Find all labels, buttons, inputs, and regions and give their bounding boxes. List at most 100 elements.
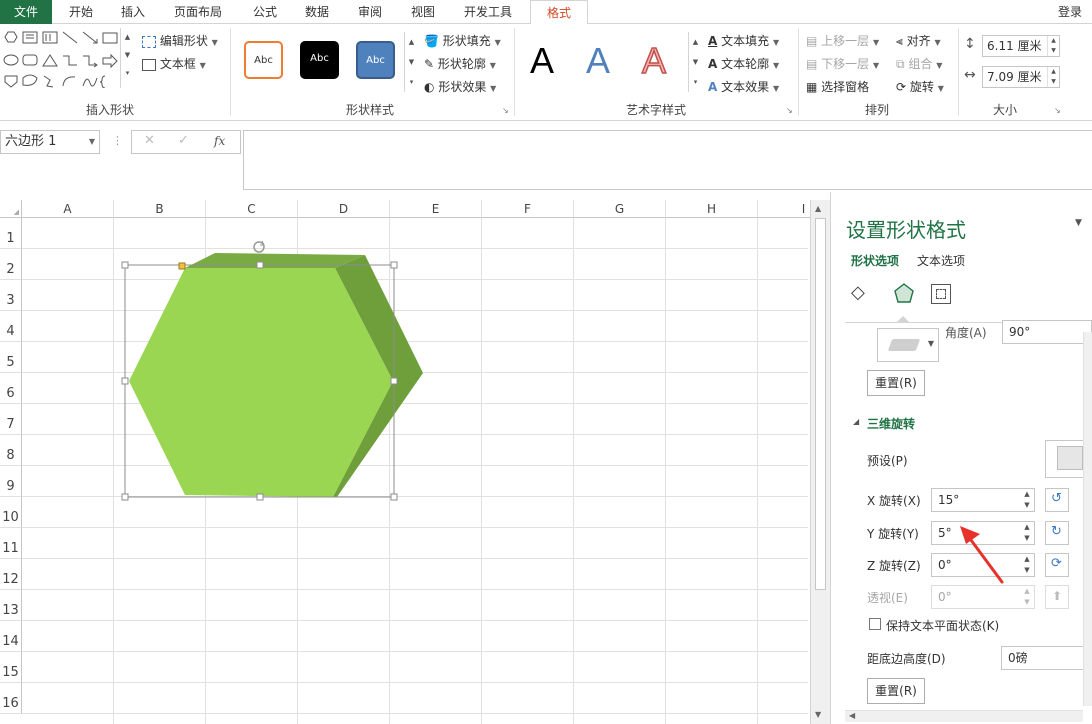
reset-button-top[interactable]: 重置(R) xyxy=(867,370,925,396)
shape-height-input[interactable]: 6.11 厘米 ▲ ▼ xyxy=(982,35,1060,57)
angle-input[interactable]: 90° xyxy=(1002,320,1092,344)
name-box-dropdown-icon[interactable]: ▼ xyxy=(89,131,95,153)
effects-pentagon-icon[interactable] xyxy=(893,282,915,304)
tab-shape-options[interactable]: 形状选项 xyxy=(851,252,899,269)
bring-forward-icon: ▤ xyxy=(806,34,818,48)
edit-shape-button[interactable]: 编辑形状 ▼ xyxy=(142,32,218,49)
enter-icon[interactable]: ✓ xyxy=(178,133,189,148)
format-shape-pane: 设置形状格式 ▼ 形状选项 文本选项 ◇ ▼ 角度(A) 90° 重置(R) ◢… xyxy=(830,192,1092,724)
tab-format[interactable]: 格式 xyxy=(530,0,588,25)
pane-horizontal-scrollbar[interactable]: ◀ xyxy=(845,710,1083,722)
text-outline-icon: A xyxy=(708,57,718,71)
y-rotation-spinner[interactable]: ▲ ▼ xyxy=(1020,522,1034,544)
align-button[interactable]: ⫷ 对齐 ▼ xyxy=(896,32,941,49)
insert-function-icon[interactable]: fx xyxy=(214,134,225,148)
wordart-red-outline[interactable]: A xyxy=(641,39,667,82)
fill-line-icon[interactable]: ◇ xyxy=(851,282,865,303)
group-button[interactable]: ⧉ 组合 ▼ xyxy=(896,55,942,72)
shape-outline-button[interactable]: ✎ 形状轮廓 ▼ xyxy=(424,55,496,72)
shape-gallery-icons[interactable] xyxy=(2,30,120,88)
reset-button-bottom[interactable]: 重置(R) xyxy=(867,678,925,704)
text-outline-button[interactable]: A 文本轮廓 ▼ xyxy=(708,55,779,72)
login-link[interactable]: 登录 xyxy=(1050,0,1090,24)
formula-input[interactable] xyxy=(243,130,1092,190)
wordart-blue[interactable]: A xyxy=(586,40,610,82)
wordart-black[interactable]: A xyxy=(530,40,554,82)
x-rotation-spinner[interactable]: ▲ ▼ xyxy=(1020,489,1034,511)
formula-bar-grip-icon: ⋮ xyxy=(112,134,123,147)
scroll-up-icon[interactable]: ▲ xyxy=(815,204,821,213)
text-fill-icon: A xyxy=(708,34,718,48)
text-fill-button[interactable]: A 文本填充 ▼ xyxy=(708,32,779,49)
size-launcher-icon[interactable]: ↘ xyxy=(1054,106,1061,115)
rotation-preset-button[interactable] xyxy=(1045,440,1085,478)
rotation-handle-icon[interactable] xyxy=(253,240,265,253)
rotate-icon: ⟳ xyxy=(896,80,907,94)
shape-width-input[interactable]: 7.09 厘米 ▲ ▼ xyxy=(982,66,1060,88)
section-collapse-icon[interactable]: ◢ xyxy=(853,417,859,426)
height-spinner[interactable]: ▲ ▼ xyxy=(1047,36,1059,56)
send-backward-button[interactable]: ▤ 下移一层 ▼ xyxy=(806,55,879,72)
y-rotation-label: Y 旋转(Y) xyxy=(867,527,919,541)
shape-style-black-fill[interactable]: Abc xyxy=(300,41,339,79)
shape-style-blue-fill[interactable]: Abc xyxy=(356,41,395,79)
hexagon-top-face[interactable] xyxy=(185,253,365,268)
y-rotate-up-button[interactable]: ↻ xyxy=(1045,521,1069,545)
bevel-preset-button[interactable]: ▼ xyxy=(877,328,939,362)
wordart-launcher-icon[interactable]: ↘ xyxy=(786,106,793,115)
tab-home[interactable]: 开始 xyxy=(56,0,106,24)
x-rotate-left-button[interactable]: ↺ xyxy=(1045,488,1069,512)
hexagon-shape-canvas xyxy=(121,240,423,501)
shape-styles-launcher-icon[interactable]: ↘ xyxy=(502,106,509,115)
shape-gallery-scroll[interactable]: ▲ ▼ ▾ xyxy=(120,28,134,88)
shape-styles-scroll[interactable]: ▲ ▼ ▾ xyxy=(404,32,418,92)
selection-pane-button[interactable]: ▦ 选择窗格 xyxy=(806,78,869,95)
width-spinner[interactable]: ▲ ▼ xyxy=(1047,67,1059,87)
tab-review[interactable]: 审阅 xyxy=(345,0,395,24)
shape-fill-button[interactable]: 🪣 形状填充 ▼ xyxy=(424,32,501,49)
tab-file[interactable]: 文件 xyxy=(0,0,52,24)
shape-style-orange-outline[interactable]: Abc xyxy=(244,41,283,79)
perspective-up-button[interactable]: ⬆ xyxy=(1045,585,1069,609)
keep-text-flat-checkbox[interactable] xyxy=(869,618,881,630)
tab-text-options[interactable]: 文本选项 xyxy=(917,252,965,269)
size-properties-icon[interactable] xyxy=(931,284,951,304)
x-rotation-input[interactable]: 15° ▲ ▼ xyxy=(931,488,1035,512)
align-icon: ⫷ xyxy=(896,34,903,48)
scroll-left-icon[interactable]: ◀ xyxy=(849,711,855,720)
tab-insert[interactable]: 插入 xyxy=(108,0,158,24)
cancel-icon[interactable]: ✕ xyxy=(144,133,155,148)
scroll-down-icon[interactable]: ▼ xyxy=(815,710,821,719)
tab-view[interactable]: 视图 xyxy=(398,0,448,24)
text-box-button[interactable]: 文本框 ▼ xyxy=(142,55,206,72)
adjust-handle[interactable] xyxy=(178,262,186,270)
bring-forward-button[interactable]: ▤ 上移一层 ▼ xyxy=(806,32,879,49)
tab-page-layout[interactable]: 页面布局 xyxy=(162,0,234,24)
ribbon: ▲ ▼ ▾ 编辑形状 ▼ 文本框 ▼ 插入形状 Abc Abc Abc ▲ ▼ ▾ 🪣 … xyxy=(0,24,1092,121)
tab-developer[interactable]: 开发工具 xyxy=(452,0,524,24)
name-box[interactable]: 六边形 1 ▼ xyxy=(0,130,100,154)
tab-formulas[interactable]: 公式 xyxy=(240,0,290,24)
text-effects-button[interactable]: A 文本效果 ▼ xyxy=(708,78,779,95)
vertical-scrollbar[interactable]: ▲ ▼ xyxy=(810,200,830,724)
wordart-gallery-scroll[interactable]: ▲ ▼ ▾ xyxy=(688,32,702,92)
rotate-button[interactable]: ⟳ 旋转 ▼ xyxy=(896,78,944,95)
formula-actions: ✕ ✓ fx xyxy=(131,130,241,154)
z-rotation-spinner[interactable]: ▲ ▼ xyxy=(1020,554,1034,576)
section-3d-rotation[interactable]: 三维旋转 xyxy=(867,415,915,432)
text-box-icon xyxy=(142,58,156,71)
group-label-arrange: 排列 xyxy=(864,103,889,117)
z-rotate-button[interactable]: ⟳ xyxy=(1045,553,1069,577)
pane-scrollbar[interactable] xyxy=(1083,332,1092,706)
bevel-dropdown-icon[interactable]: ▼ xyxy=(928,339,934,348)
pane-options-dropdown-icon[interactable]: ▼ xyxy=(1075,218,1082,228)
perspective-input[interactable]: 0° ▲ ▼ xyxy=(931,585,1035,609)
perspective-spinner[interactable]: ▲ ▼ xyxy=(1020,586,1034,608)
worksheet[interactable]: ◢ ABCDEFGHI 1 2 3 4 5 6 7 8 9 10 11 12 13 14 15 16 ▲ ▼ xyxy=(0,200,830,724)
shape-height-icon: ↕ xyxy=(964,36,976,52)
shape-effects-icon: ◐ xyxy=(424,80,435,94)
tab-data[interactable]: 数据 xyxy=(292,0,342,24)
scroll-thumb[interactable] xyxy=(815,218,826,590)
shape-effects-button[interactable]: ◐ 形状效果 ▼ xyxy=(424,78,496,95)
distance-from-ground-input[interactable]: 0磅 xyxy=(1001,646,1092,670)
